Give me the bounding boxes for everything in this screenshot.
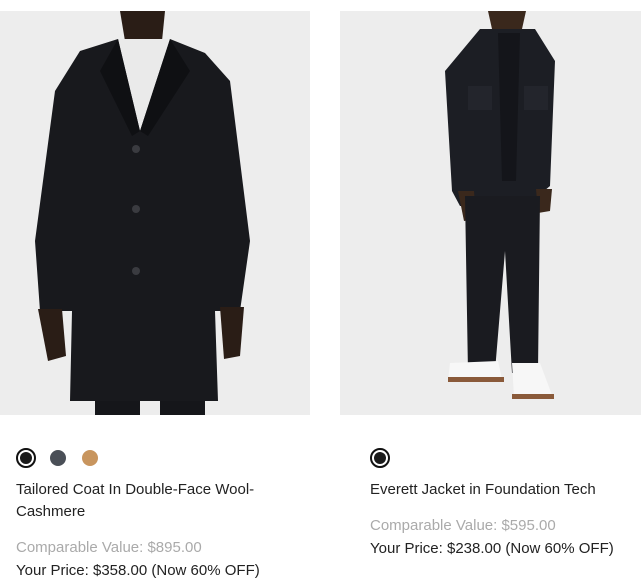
swatch-charcoal[interactable] — [48, 448, 68, 468]
swatch-camel[interactable] — [80, 448, 100, 468]
jacket-model-illustration — [340, 11, 641, 415]
color-swatches — [16, 448, 100, 468]
swatch-black[interactable] — [370, 448, 390, 468]
swatch-black[interactable] — [16, 448, 36, 468]
product-card[interactable]: Tailored Coat In Double-Face Wool-Cashme… — [0, 0, 310, 579]
coat-model-illustration — [0, 11, 310, 415]
product-image[interactable] — [0, 11, 310, 415]
product-name[interactable]: Everett Jacket in Foundation Tech — [370, 479, 641, 501]
comparable-value: Comparable Value: $595.00 — [370, 517, 556, 534]
product-name[interactable]: Tailored Coat In Double-Face Wool-Cashme… — [16, 479, 296, 523]
product-card[interactable]: Everett Jacket in Foundation Tech Compar… — [340, 0, 641, 557]
your-price: Your Price: $238.00 (Now 60% OFF) — [370, 540, 614, 557]
comparable-value: Comparable Value: $895.00 — [16, 539, 202, 556]
your-price: Your Price: $358.00 (Now 60% OFF) — [16, 562, 260, 579]
product-image[interactable] — [340, 11, 641, 415]
color-swatches — [370, 448, 390, 468]
product-grid: Tailored Coat In Double-Face Wool-Cashme… — [0, 0, 641, 586]
